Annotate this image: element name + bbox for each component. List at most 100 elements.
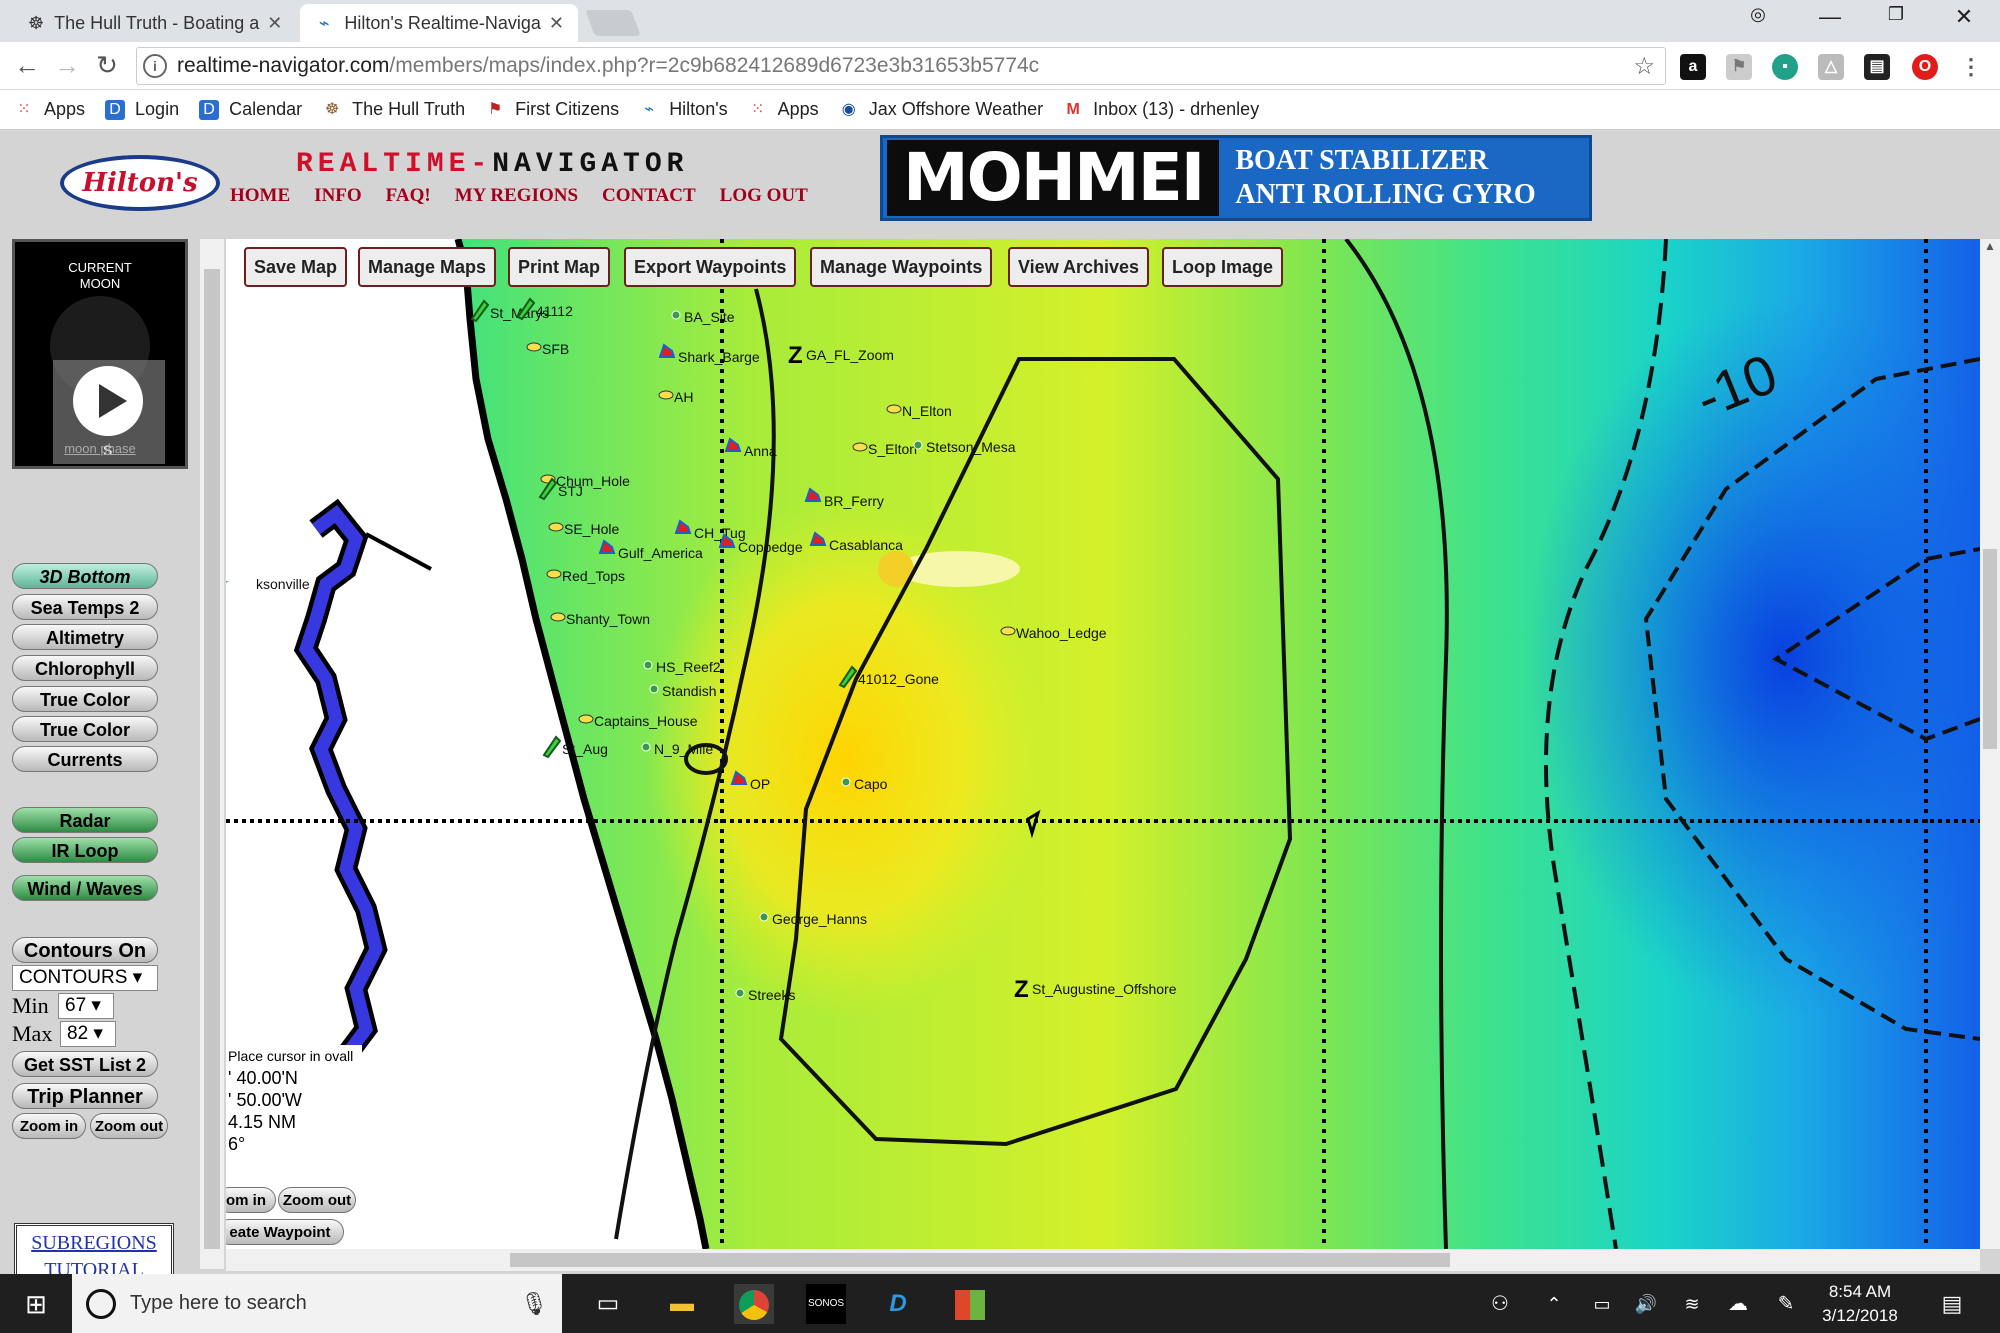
hiltons-logo[interactable]: Hilton's xyxy=(60,155,220,211)
close-icon[interactable]: ✕ xyxy=(259,13,282,34)
contours-select[interactable]: CONTOURS ▾ xyxy=(12,965,158,991)
get-sst-list-button[interactable]: Get SST List 2 xyxy=(12,1051,158,1077)
map-canvas[interactable]: -10 ksonville ★ St_Marys41112BA_SiteSFBS… xyxy=(226,239,1980,1249)
bookmark-login[interactable]: D Login xyxy=(105,99,179,120)
scroll-thumb[interactable] xyxy=(1983,549,1997,749)
bookmark-apps-2[interactable]: ⁙ Apps xyxy=(748,99,819,120)
battery-icon[interactable]: ▭ xyxy=(1582,1284,1622,1324)
info-icon[interactable]: i xyxy=(143,54,167,78)
pen-icon[interactable]: ✎ xyxy=(1766,1284,1806,1324)
waypoint-marker[interactable]: Shanty_Town xyxy=(550,611,650,627)
bookmark-hiltons[interactable]: ⌁ Hilton's xyxy=(639,99,727,120)
loop-image-button[interactable]: Loop Image xyxy=(1162,247,1284,287)
contours-on-button[interactable]: Contours On xyxy=(12,937,158,963)
create-waypoint-button[interactable]: eate Waypoint xyxy=(226,1219,344,1245)
nav-log-out[interactable]: LOG OUT xyxy=(720,185,808,207)
bookmark-inbox[interactable]: M Inbox (13) - drhenley xyxy=(1063,99,1259,120)
moon-phase-link[interactable]: moon phase xyxy=(15,441,185,456)
film-icon[interactable]: ▤ xyxy=(1864,54,1890,80)
drive-icon[interactable]: △ xyxy=(1818,54,1844,80)
amazon-icon[interactable]: a xyxy=(1680,54,1706,80)
layer-altimetry[interactable]: Altimetry xyxy=(12,624,158,650)
bookmark-apps[interactable]: ⁙ Apps xyxy=(14,99,85,120)
bookmark-jax-weather[interactable]: ◉ Jax Offshore Weather xyxy=(839,99,1043,120)
notification-icon[interactable]: ▤ xyxy=(1932,1284,1972,1324)
ir-loop-button[interactable]: IR Loop xyxy=(12,837,158,863)
layer-sea-temps[interactable]: Sea Temps 2 xyxy=(12,594,158,620)
map-horizontal-scrollbar[interactable] xyxy=(226,1249,1980,1271)
min-select[interactable]: 67 ▾ xyxy=(58,993,114,1019)
star-icon[interactable]: ☆ xyxy=(1633,52,1655,81)
opera-icon[interactable]: O xyxy=(1912,54,1938,80)
wifi-icon[interactable]: ≋ xyxy=(1672,1284,1712,1324)
scroll-thumb[interactable] xyxy=(510,1253,1450,1267)
menu-icon[interactable]: ⋮ xyxy=(1958,54,1984,80)
pdf-icon[interactable]: ⚑ xyxy=(1726,54,1752,80)
close-window-button[interactable]: ✕ xyxy=(1944,4,1984,30)
nav-info[interactable]: INFO xyxy=(314,185,362,207)
people-icon[interactable]: ⚇ xyxy=(1480,1284,1520,1324)
system-clock[interactable]: 8:54 AM 3/12/2018 xyxy=(1810,1280,1910,1328)
dashlane-icon[interactable]: D xyxy=(878,1284,918,1324)
bookmark-hull-truth[interactable]: ☸ The Hull Truth xyxy=(322,99,465,120)
tutorial-link[interactable]: TUTORIAL xyxy=(17,1259,171,1274)
waypoint-marker[interactable]: Stetson_Mesa xyxy=(913,439,1016,455)
address-bar[interactable]: i realtime-navigator.com /members/maps/i… xyxy=(136,47,1666,85)
scroll-thumb[interactable] xyxy=(204,269,220,1249)
layer-currents[interactable]: Currents xyxy=(12,746,158,772)
wind-waves-button[interactable]: Wind / Waves xyxy=(12,875,158,901)
waypoint-marker[interactable]: Wahoo_Ledge xyxy=(1000,625,1107,641)
taskbar-search[interactable]: Type here to search 🎙 xyxy=(72,1274,562,1333)
advertisement-banner[interactable]: MOHMEI BOAT STABILIZER ANTI ROLLING GYRO xyxy=(880,135,1592,221)
waypoint-marker[interactable]: George_Hanns xyxy=(759,911,867,927)
profile-icon[interactable]: ◎ xyxy=(1738,4,1778,25)
save-map-button[interactable]: Save Map xyxy=(244,247,348,287)
chrome-icon[interactable] xyxy=(734,1284,774,1324)
manage-maps-button[interactable]: Manage Maps xyxy=(358,247,497,287)
back-arrow-icon[interactable]: ← xyxy=(10,50,44,81)
nav-home[interactable]: HOME xyxy=(230,185,290,207)
store-icon[interactable] xyxy=(950,1284,990,1324)
extension-chat-icon[interactable]: ▪ xyxy=(1772,54,1798,80)
sonos-icon[interactable]: SONOS xyxy=(806,1284,846,1324)
nav-contact[interactable]: CONTACT xyxy=(602,185,696,207)
left-scrollbar[interactable] xyxy=(200,239,224,1269)
bookmark-calendar[interactable]: D Calendar xyxy=(199,99,302,120)
layer-chlorophyll[interactable]: Chlorophyll xyxy=(12,655,158,681)
chevron-up-icon[interactable]: ⌃ xyxy=(1534,1284,1574,1324)
trip-planner-button[interactable]: Trip Planner xyxy=(12,1083,158,1109)
radar-button[interactable]: Radar xyxy=(12,807,158,833)
sst-map[interactable]: -10 ksonville ★ St_Marys41112BA_SiteSFBS… xyxy=(226,239,1980,1249)
restore-button[interactable]: ❐ xyxy=(1876,4,1916,25)
windows-start-icon[interactable]: ⊞ xyxy=(16,1284,56,1324)
nav-my-regions[interactable]: MY REGIONS xyxy=(455,185,578,207)
zoom-in-button[interactable]: Zoom in xyxy=(12,1113,86,1139)
cloud-upload-icon[interactable]: ☁ xyxy=(1718,1284,1758,1324)
nav-faq[interactable]: FAQ! xyxy=(386,185,431,207)
max-select[interactable]: 82 ▾ xyxy=(60,1021,116,1047)
view-archives-button[interactable]: View Archives xyxy=(1008,247,1150,287)
close-icon[interactable]: ✕ xyxy=(541,13,564,34)
reload-icon[interactable]: ↻ xyxy=(90,50,124,81)
print-map-button[interactable]: Print Map xyxy=(508,247,611,287)
forward-arrow-icon[interactable]: → xyxy=(50,50,84,81)
volume-icon[interactable]: 🔊 xyxy=(1626,1284,1666,1324)
scroll-up-icon[interactable]: ▲ xyxy=(1980,239,2000,253)
subregions-link[interactable]: SUBREGIONS xyxy=(17,1232,171,1255)
zoom-out-button[interactable]: Zoom out xyxy=(90,1113,168,1139)
minimize-button[interactable]: — xyxy=(1810,4,1850,30)
layer-true-color[interactable]: True Color xyxy=(12,686,158,712)
layer-3d-bottom[interactable]: 3D Bottom xyxy=(12,563,158,589)
map-zoom-in-button[interactable]: om in xyxy=(226,1187,276,1213)
new-tab-button[interactable] xyxy=(585,10,641,36)
microphone-icon[interactable]: 🎙 xyxy=(520,1291,548,1317)
bookmark-first-citizens[interactable]: ⚑ First Citizens xyxy=(485,99,619,120)
waypoint-marker[interactable]: HS_Reef2 xyxy=(643,659,721,675)
tab-realtime-navigator[interactable]: ⌁ Hilton's Realtime-Naviga ✕ xyxy=(300,4,578,42)
manage-waypoints-button[interactable]: Manage Waypoints xyxy=(810,247,993,287)
task-view-icon[interactable]: ▭ xyxy=(588,1284,628,1324)
tab-hull-truth[interactable]: ☸ The Hull Truth - Boating a ✕ xyxy=(14,4,294,42)
export-waypoints-button[interactable]: Export Waypoints xyxy=(624,247,797,287)
file-explorer-icon[interactable]: ▬ xyxy=(662,1284,702,1324)
map-zoom-out-button[interactable]: Zoom out xyxy=(278,1187,356,1213)
